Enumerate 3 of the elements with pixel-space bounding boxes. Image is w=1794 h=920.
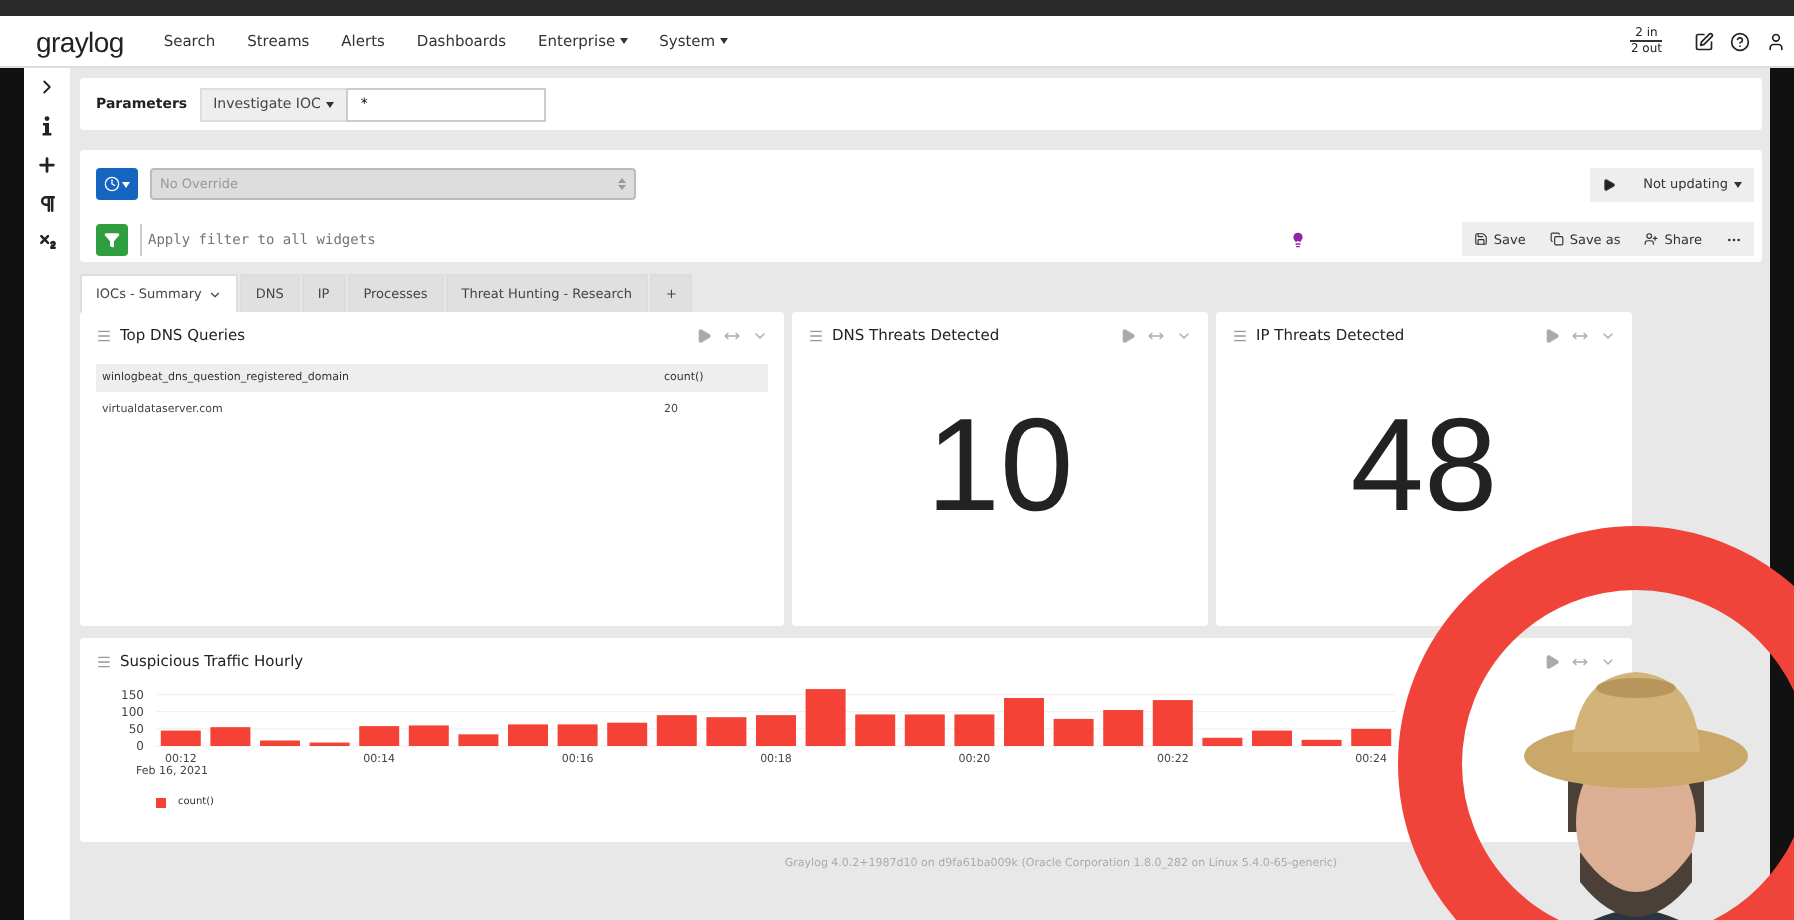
big-number: 10: [926, 388, 1074, 540]
big-number: 48: [1350, 388, 1498, 540]
logo[interactable]: graylog: [36, 25, 124, 57]
